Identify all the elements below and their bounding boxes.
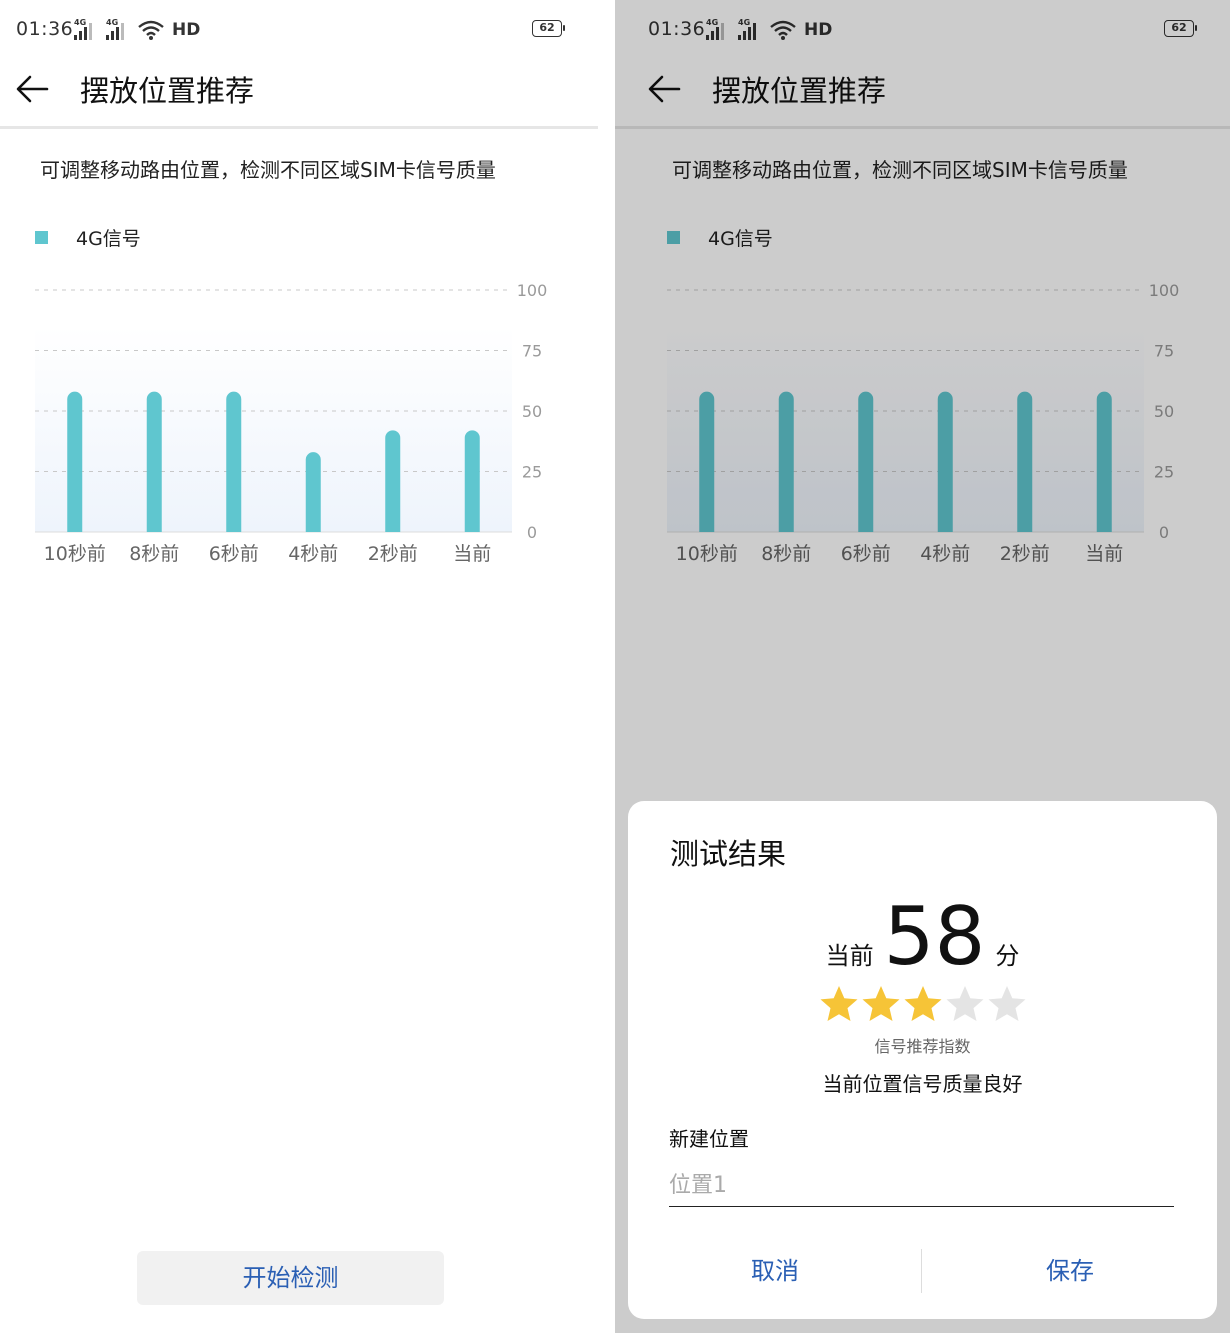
test-result-dialog: 测试结果 当前 58 分 信号推荐指数 当前位置信号质量良好 新建位置 取消 保… bbox=[628, 801, 1217, 1319]
y-tick-label: 0 bbox=[527, 523, 537, 542]
app-bar: 摆放位置推荐 bbox=[0, 60, 598, 129]
chart-legend: 4G信号 bbox=[35, 224, 141, 251]
status-time: 01:36 bbox=[16, 18, 74, 40]
signal-bar bbox=[67, 391, 83, 532]
screen-before-test: 01:36 4G 4G HD 62 摆放位置推荐 可调整移动路由位置，检测不同区… bbox=[0, 0, 598, 1333]
network-type: HD bbox=[172, 20, 201, 40]
signal-bar-chart: 0 25 50 75 100 10秒前 8秒前 6秒前 4秒前 2秒前 当前 bbox=[35, 281, 548, 565]
score-display: 当前 58 分 bbox=[628, 897, 1217, 977]
signal-bar bbox=[146, 391, 162, 532]
dialog-actions: 取消 保存 bbox=[628, 1247, 1217, 1295]
rating-caption: 信号推荐指数 bbox=[874, 1037, 971, 1056]
signal-bar bbox=[305, 452, 321, 532]
x-tick-label: 6秒前 bbox=[209, 543, 259, 565]
signal-bar bbox=[464, 430, 480, 532]
legend-label: 4G信号 bbox=[76, 228, 141, 250]
battery-icon: 62 bbox=[532, 20, 565, 37]
score-prefix: 当前 bbox=[825, 942, 874, 970]
chart-plot-area bbox=[35, 326, 512, 532]
signal-verdict: 当前位置信号质量良好 bbox=[822, 1072, 1023, 1096]
star-empty-icon bbox=[988, 986, 1025, 1021]
x-tick-label: 10秒前 bbox=[44, 543, 106, 565]
star-empty-icon bbox=[946, 986, 983, 1021]
wifi-icon bbox=[138, 20, 164, 40]
x-tick-label: 8秒前 bbox=[129, 543, 179, 565]
x-tick-label: 2秒前 bbox=[368, 543, 418, 565]
cellular-signal-icon: 4G bbox=[74, 18, 100, 40]
star-rating bbox=[628, 984, 1217, 1024]
signal-bar bbox=[385, 430, 401, 532]
y-tick-label: 50 bbox=[522, 402, 542, 421]
star-filled-icon bbox=[904, 986, 941, 1021]
legend-swatch bbox=[35, 231, 48, 244]
star-filled-icon bbox=[862, 986, 899, 1021]
cellular-signal-icon: 4G bbox=[106, 18, 132, 40]
x-tick-label: 4秒前 bbox=[288, 543, 338, 565]
new-location-label: 新建位置 bbox=[669, 1127, 749, 1151]
score-value: 58 bbox=[883, 890, 986, 983]
page-title: 摆放位置推荐 bbox=[80, 74, 255, 108]
screen-test-result: 01:36 4G 4G HD 62 摆放位置推荐 可调整移动路由位置，检测不同区… bbox=[615, 0, 1230, 1333]
star-filled-icon bbox=[820, 986, 857, 1021]
screen-gap bbox=[598, 0, 615, 1333]
back-arrow-icon[interactable] bbox=[16, 72, 50, 106]
status-bar: 01:36 4G 4G HD 62 bbox=[0, 0, 598, 60]
score-unit: 分 bbox=[995, 942, 1020, 970]
dialog-title: 测试结果 bbox=[670, 837, 787, 871]
page-description: 可调整移动路由位置，检测不同区域SIM卡信号质量 bbox=[40, 158, 496, 182]
save-button[interactable]: 保存 bbox=[923, 1247, 1217, 1295]
signal-bar bbox=[226, 391, 242, 532]
x-tick-label: 当前 bbox=[453, 543, 491, 565]
start-detection-button[interactable]: 开始检测 bbox=[137, 1251, 444, 1305]
button-divider bbox=[921, 1249, 922, 1293]
y-tick-label: 100 bbox=[517, 281, 548, 300]
y-tick-label: 75 bbox=[522, 342, 542, 361]
status-icons: 4G 4G HD bbox=[74, 18, 200, 40]
location-name-input[interactable] bbox=[669, 1164, 1174, 1207]
cancel-button[interactable]: 取消 bbox=[628, 1247, 922, 1295]
y-tick-label: 25 bbox=[522, 463, 542, 482]
